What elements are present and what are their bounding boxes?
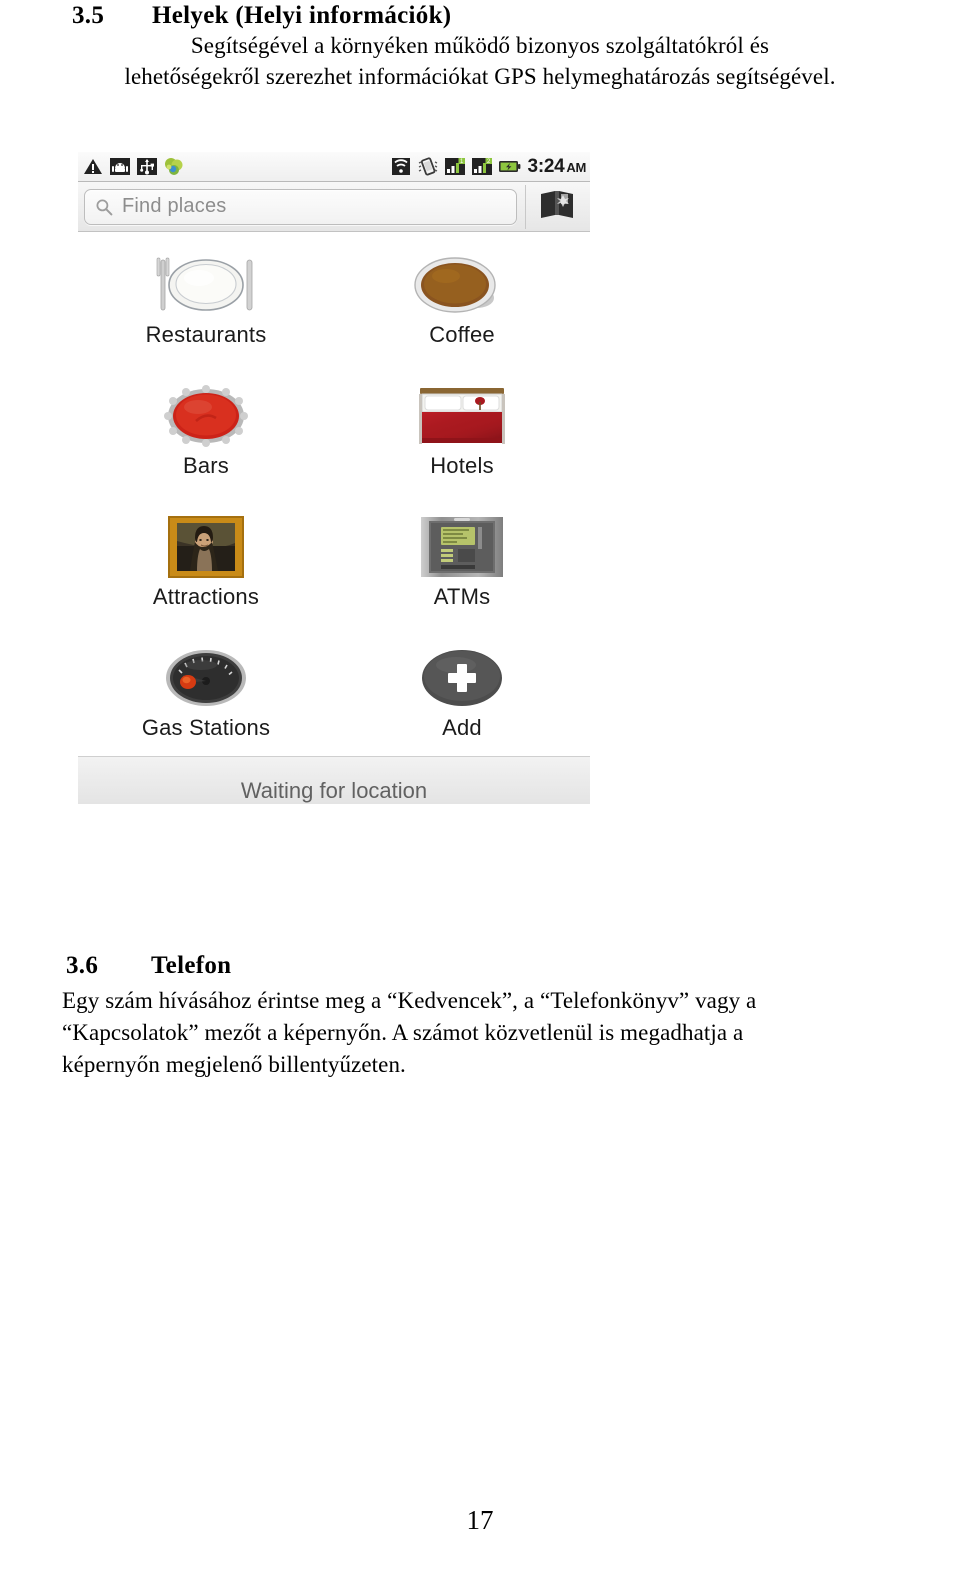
paragraph-line: Segítségével a környéken működő bizonyos…	[190, 33, 770, 58]
section-heading-3-5: 3.5 Helyek (Helyi információk)	[72, 2, 451, 30]
place-item-gas-stations[interactable]: Gas Stations	[78, 625, 334, 756]
section-3-5-paragraph: Segítségével a környéken működő bizonyos…	[8, 30, 952, 92]
section-title: Telefon	[151, 952, 232, 979]
place-label: Restaurants	[145, 321, 267, 347]
status-bar: 1 2 3:24 AM	[78, 152, 590, 182]
place-label: Attractions	[152, 583, 260, 609]
place-item-bars[interactable]: Bars	[78, 363, 334, 494]
wifi-icon	[390, 156, 412, 177]
paragraph-line: lehetőségekről szerezhet információkat G…	[124, 64, 836, 89]
place-item-add[interactable]: Add	[334, 625, 590, 756]
plate-cutlery-icon	[147, 252, 265, 318]
paragraph-line: Egy szám hívásához érintse meg a “Kedven…	[62, 988, 757, 1013]
status-bar-right-icons: 1 2 3:24 AM	[390, 156, 586, 178]
place-label: Gas Stations	[141, 714, 271, 740]
section-heading-3-6: 3.6 Telefon	[66, 952, 231, 980]
android-robot-icon	[109, 156, 131, 177]
coffee-cup-icon	[410, 252, 514, 318]
place-item-atms[interactable]: ATMs	[334, 494, 590, 625]
places-grid: Restaurants Coffee Bars Hotels Attractio…	[78, 232, 590, 756]
location-status-strip: Waiting for location	[78, 756, 590, 804]
vibrate-icon	[417, 156, 439, 177]
status-bar-clock: 3:24 AM	[527, 155, 587, 178]
warning-triangle-icon	[82, 156, 104, 177]
map-book-icon	[539, 188, 575, 225]
framed-painting-icon	[167, 514, 245, 580]
location-status-text: Waiting for location	[240, 777, 428, 803]
search-icon	[95, 198, 113, 216]
signal-bars-sim1-icon: 1	[444, 156, 466, 177]
fuel-gauge-icon	[157, 645, 255, 711]
sync-blob-icon	[163, 156, 185, 177]
section-number: 3.6	[66, 952, 99, 979]
bottle-cap-icon	[158, 383, 254, 449]
toolbar-divider	[525, 184, 526, 229]
search-placeholder: Find places	[122, 195, 227, 217]
paragraph-line: képernyőn megjelenő billentyűzeten.	[62, 1052, 406, 1077]
place-label: Hotels	[430, 452, 494, 478]
usb-debug-icon	[136, 156, 158, 177]
section-number: 3.5	[72, 2, 105, 29]
clock-meridiem: AM	[566, 159, 586, 175]
signal-bars-sim2-icon: 2	[471, 156, 493, 177]
clock-time: 3:24	[527, 155, 565, 177]
place-label: ATMs	[433, 583, 491, 609]
search-input[interactable]: Find places	[84, 188, 517, 225]
place-label: Add	[442, 714, 482, 740]
place-label: Bars	[182, 452, 230, 478]
paragraph-line: “Kapcsolatok” mezőt a képernyőn. A számo…	[62, 1020, 744, 1045]
places-app-screenshot: 1 2 3:24 AM Find places Restaurants Coff…	[78, 152, 590, 814]
search-bar-row: Find places	[78, 182, 590, 232]
place-label: Coffee	[429, 321, 495, 347]
page-number: 17	[466, 1505, 494, 1535]
battery-charging-icon	[498, 156, 520, 177]
place-item-coffee[interactable]: Coffee	[334, 232, 590, 363]
atm-machine-icon	[420, 514, 504, 580]
map-button[interactable]	[530, 185, 584, 229]
plus-circle-icon	[416, 645, 508, 711]
place-item-attractions[interactable]: Attractions	[78, 494, 334, 625]
place-item-restaurants[interactable]: Restaurants	[78, 232, 334, 363]
section-title: Helyek (Helyi információk)	[152, 2, 452, 29]
section-3-6-paragraph: Egy szám hívásához érintse meg a “Kedven…	[62, 985, 952, 1081]
place-item-hotels[interactable]: Hotels	[334, 363, 590, 494]
bed-icon	[416, 383, 508, 449]
status-bar-left-icons	[82, 156, 185, 177]
